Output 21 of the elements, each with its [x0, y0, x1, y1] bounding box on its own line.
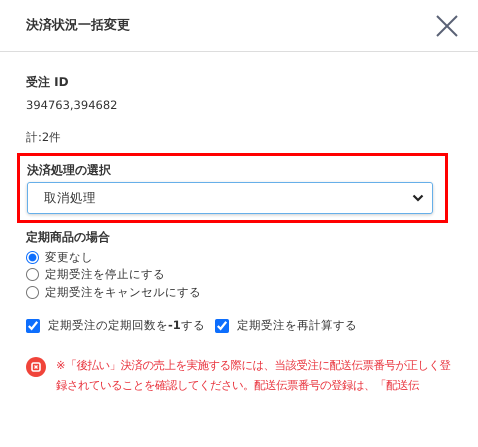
- checkbox-label[interactable]: 定期受注を再計算する: [236, 318, 357, 334]
- radio-label[interactable]: 定期受注をキャンセルにする: [45, 284, 201, 300]
- radio-button[interactable]: [26, 268, 39, 282]
- order-count: 計:2件: [26, 130, 62, 146]
- checkbox[interactable]: [26, 318, 40, 333]
- field-label: 決済処理の選択: [27, 162, 112, 178]
- order-id-list: 394763,394682: [26, 98, 452, 114]
- field-label: 受注 ID: [26, 74, 70, 90]
- checkbox-label[interactable]: 定期受注の定期回数を-1する: [48, 318, 205, 334]
- modal-title: 決済状況一括変更: [26, 16, 130, 34]
- radio-button[interactable]: [26, 286, 39, 299]
- warning-icon: [26, 356, 46, 377]
- radio-button[interactable]: [26, 250, 39, 264]
- warning-text: ※「後払い」決済の売上を実施する際には、当該受注に配送伝票番号が正しく登録されていることを確認してください。配送伝票番号の登録は、「配送伝: [56, 358, 452, 394]
- checkbox[interactable]: [214, 318, 229, 333]
- radio-label[interactable]: 定期受注を停止にする: [45, 267, 165, 283]
- payment-process-select[interactable]: 取消処理: [27, 182, 433, 214]
- field-label: 定期商品の場合: [26, 229, 111, 246]
- close-button[interactable]: [434, 12, 460, 38]
- chevron-down-icon: [412, 194, 424, 202]
- radio-label[interactable]: 変更なし: [45, 250, 93, 266]
